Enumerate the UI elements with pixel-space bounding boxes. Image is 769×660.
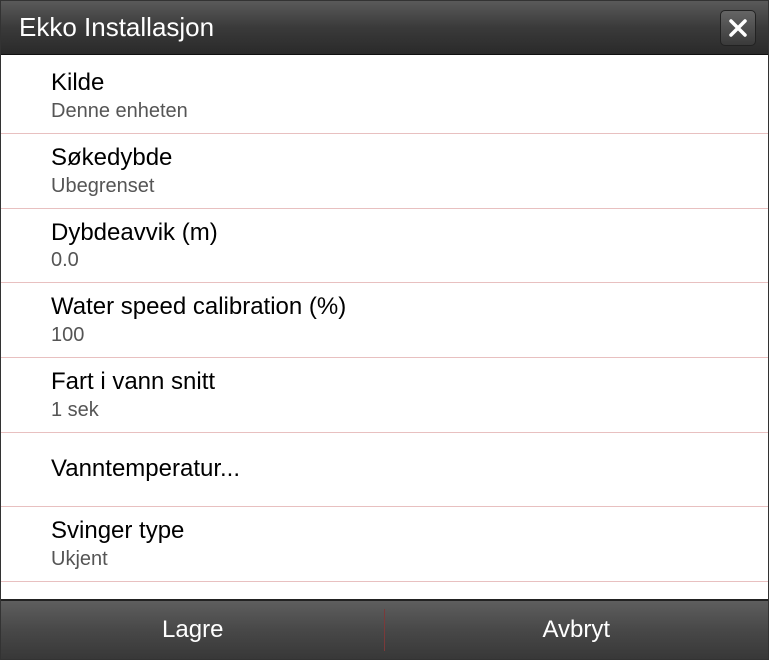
save-button[interactable]: Lagre [1,601,385,659]
setting-label: Water speed calibration (%) [51,293,748,322]
cancel-button[interactable]: Avbryt [385,601,769,659]
setting-vanntemperatur[interactable]: Vanntemperatur... [1,433,768,507]
setting-label: Vanntemperatur... [51,455,748,484]
setting-svinger-type[interactable]: Svinger type Ukjent [1,507,768,582]
setting-label: Dybdeavvik (m) [51,219,748,248]
setting-value: 1 sek [51,399,748,422]
setting-kilde[interactable]: Kilde Denne enheten [1,55,768,134]
setting-value: 100 [51,324,748,347]
dialog-header: Ekko Installasjon [1,1,768,55]
setting-fart-i-vann-snitt[interactable]: Fart i vann snitt 1 sek [1,358,768,433]
close-icon [728,18,748,38]
setting-value: 0.0 [51,249,748,272]
setting-label: Kilde [51,69,748,98]
setting-sokedybde[interactable]: Søkedybde Ubegrenset [1,134,768,209]
setting-dybdeavvik[interactable]: Dybdeavvik (m) 0.0 [1,209,768,284]
setting-value: Ukjent [51,548,748,571]
setting-label: Svinger type [51,517,748,546]
settings-list: Kilde Denne enheten Søkedybde Ubegrenset… [1,55,768,599]
setting-value: Denne enheten [51,100,748,123]
setting-water-speed-calibration[interactable]: Water speed calibration (%) 100 [1,283,768,358]
setting-value: Ubegrenset [51,175,748,198]
dialog-title: Ekko Installasjon [19,12,214,43]
dialog-footer: Lagre Avbryt [1,599,768,659]
close-button[interactable] [720,10,756,46]
setting-label: Fart i vann snitt [51,368,748,397]
setting-label: Søkedybde [51,144,748,173]
